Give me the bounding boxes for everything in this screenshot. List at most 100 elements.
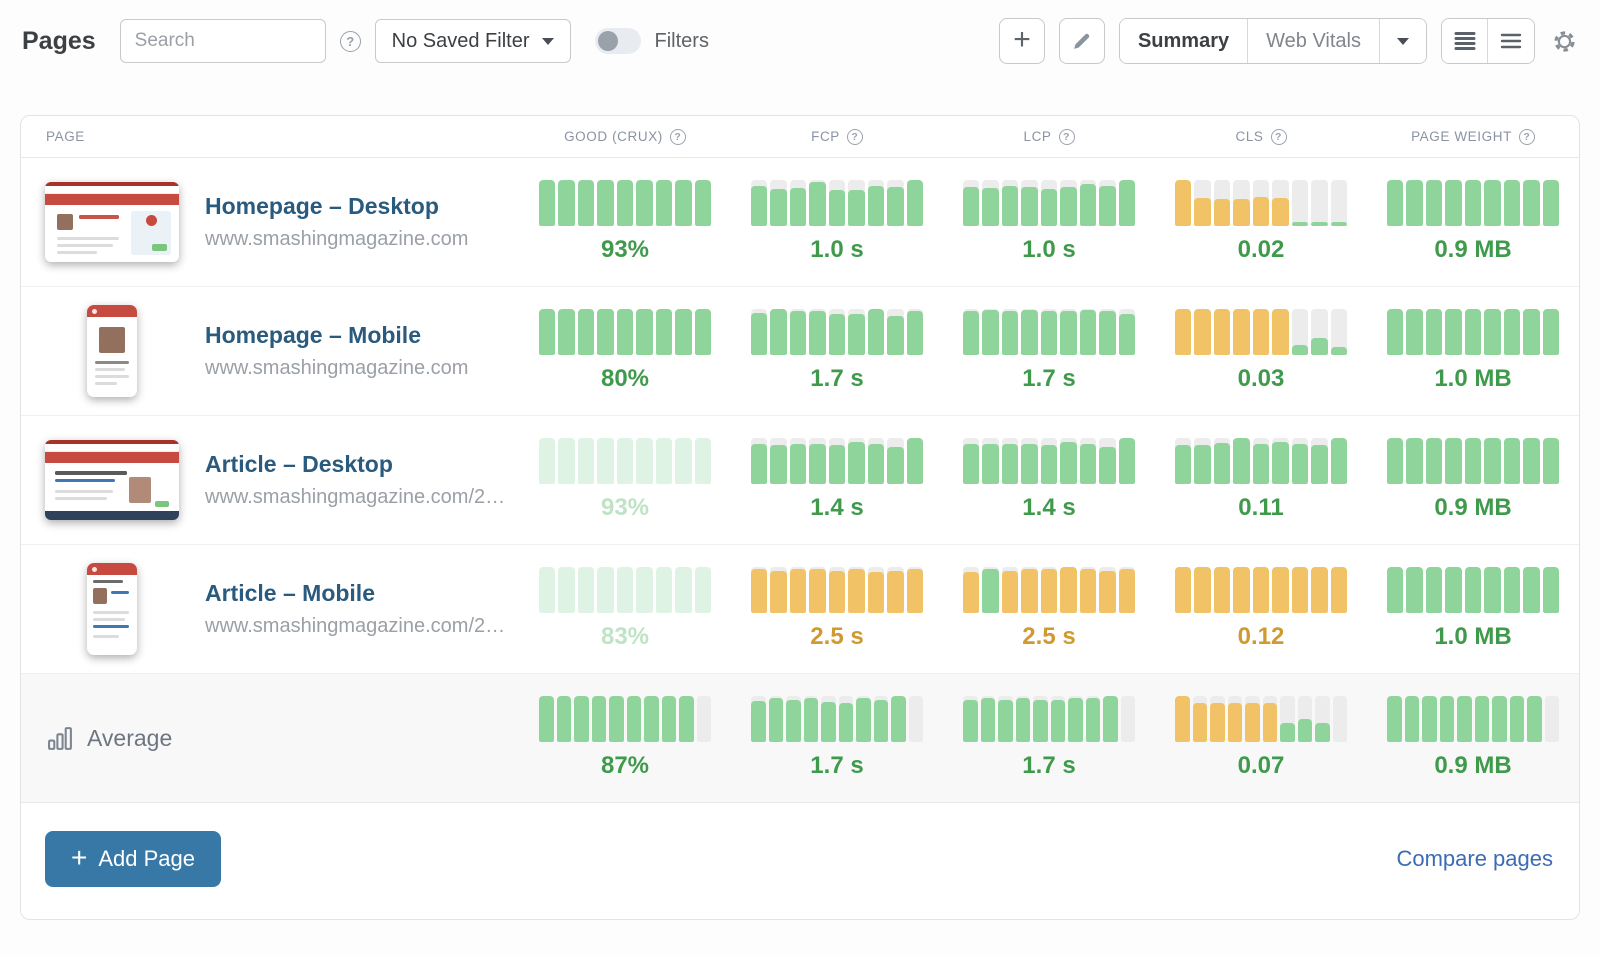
column-label: PAGE WEIGHT bbox=[1411, 129, 1512, 144]
bar-fill bbox=[856, 698, 871, 742]
bar bbox=[868, 438, 884, 484]
bar bbox=[907, 567, 923, 613]
bar bbox=[874, 696, 889, 742]
bar-fill bbox=[1504, 567, 1520, 613]
settings-button[interactable] bbox=[1551, 28, 1578, 55]
bar-fill bbox=[1214, 309, 1230, 355]
bar-fill bbox=[1387, 696, 1402, 742]
bar bbox=[1426, 309, 1442, 355]
bar bbox=[578, 567, 594, 613]
metric-bar-chart bbox=[1175, 696, 1347, 742]
bar bbox=[1086, 696, 1101, 742]
page-url: www.smashingmagazine.com/2… bbox=[205, 615, 505, 638]
bar-fill bbox=[1041, 189, 1057, 226]
bar-fill bbox=[770, 445, 786, 484]
page-name-link[interactable]: Article – Desktop bbox=[205, 451, 505, 478]
table-row[interactable]: Homepage – Mobilewww.smashingmagazine.co… bbox=[21, 287, 1579, 416]
comfortable-view-button[interactable] bbox=[1488, 19, 1534, 63]
bar-fill bbox=[1253, 567, 1269, 613]
add-button[interactable]: + bbox=[999, 18, 1045, 64]
bar-fill bbox=[769, 698, 784, 742]
help-icon[interactable]: ? bbox=[1519, 129, 1535, 145]
table-row[interactable]: Article – Mobile www.smashingmagazine.com… bbox=[21, 545, 1579, 674]
bar bbox=[1492, 696, 1507, 742]
bar-fill bbox=[1194, 309, 1210, 355]
bar bbox=[1263, 696, 1278, 742]
tab-web-vitals[interactable]: Web Vitals bbox=[1248, 19, 1380, 63]
bar bbox=[656, 180, 672, 226]
bar-fill bbox=[675, 567, 691, 613]
bar-fill bbox=[809, 311, 825, 355]
tab-summary[interactable]: Summary bbox=[1120, 19, 1248, 63]
bar-fill bbox=[829, 571, 845, 613]
bar bbox=[557, 696, 572, 742]
compare-pages-link[interactable]: Compare pages bbox=[1396, 846, 1553, 872]
metric-cell-weight: 1.0 MB bbox=[1367, 567, 1579, 651]
bar bbox=[1228, 696, 1243, 742]
bar-fill bbox=[1405, 696, 1420, 742]
bar-fill bbox=[751, 569, 767, 613]
bar bbox=[786, 696, 801, 742]
page-name-link[interactable]: Homepage – Desktop bbox=[205, 193, 468, 220]
help-icon[interactable]: ? bbox=[847, 129, 863, 145]
bar bbox=[1121, 696, 1136, 742]
bar bbox=[1245, 696, 1260, 742]
bar bbox=[809, 438, 825, 484]
saved-filter-dropdown[interactable]: No Saved Filter bbox=[375, 19, 571, 63]
bar-fill bbox=[1445, 438, 1461, 484]
bar-fill bbox=[1426, 438, 1442, 484]
bar-fill bbox=[558, 309, 574, 355]
help-icon[interactable]: ? bbox=[1059, 129, 1075, 145]
page-name-link[interactable]: Homepage – Mobile bbox=[205, 322, 468, 349]
metric-value: 0.9 MB bbox=[1434, 494, 1511, 522]
dense-view-button[interactable] bbox=[1442, 19, 1488, 63]
metric-value: 87% bbox=[601, 752, 649, 780]
bar-fill bbox=[1311, 338, 1327, 355]
metric-value: 1.4 s bbox=[1022, 494, 1075, 522]
bar-fill bbox=[770, 309, 786, 355]
table-row[interactable]: Homepage – Desktopwww.smashingmagazine.c… bbox=[21, 158, 1579, 287]
bar bbox=[856, 696, 871, 742]
bar-fill bbox=[1033, 700, 1048, 742]
bar-fill bbox=[1387, 180, 1403, 226]
bar bbox=[1099, 567, 1115, 613]
bar bbox=[636, 309, 652, 355]
page-name-link[interactable]: Article – Mobile bbox=[205, 580, 505, 607]
bar bbox=[1292, 567, 1308, 613]
bar-fill bbox=[829, 445, 845, 484]
add-page-button[interactable]: + Add Page bbox=[45, 831, 221, 887]
metric-value: 1.7 s bbox=[1022, 365, 1075, 393]
bar bbox=[963, 696, 978, 742]
bar bbox=[821, 696, 836, 742]
bar-fill bbox=[1002, 311, 1018, 355]
bar bbox=[1068, 696, 1083, 742]
bar-fill bbox=[770, 189, 786, 226]
bar bbox=[697, 696, 712, 742]
average-label-wrap: Average bbox=[21, 725, 519, 752]
metric-value: 0.9 MB bbox=[1434, 752, 1511, 780]
filters-toggle[interactable] bbox=[595, 28, 641, 54]
bar bbox=[1426, 567, 1442, 613]
bar bbox=[1387, 696, 1402, 742]
view-dropdown-button[interactable] bbox=[1380, 19, 1426, 63]
bar bbox=[963, 309, 979, 355]
bar bbox=[1445, 438, 1461, 484]
metric-cell-fcp: 1.7 s bbox=[731, 696, 943, 780]
edit-button[interactable] bbox=[1059, 18, 1105, 64]
help-icon[interactable]: ? bbox=[1271, 129, 1287, 145]
bar-fill bbox=[874, 700, 889, 742]
metric-bar-chart bbox=[1175, 180, 1347, 226]
bar-fill bbox=[656, 438, 672, 484]
search-input[interactable] bbox=[120, 19, 326, 63]
bar-fill bbox=[1080, 444, 1096, 484]
bar bbox=[1233, 180, 1249, 226]
page-thumbnail bbox=[45, 440, 179, 520]
bar-fill bbox=[1292, 222, 1308, 226]
metric-bar-chart bbox=[1387, 567, 1559, 613]
bar bbox=[1311, 567, 1327, 613]
bar bbox=[963, 180, 979, 226]
bar-fill bbox=[829, 190, 845, 226]
help-icon[interactable]: ? bbox=[670, 129, 686, 145]
search-help-icon[interactable]: ? bbox=[340, 31, 361, 52]
table-row[interactable]: Article – Desktopwww.smashingmagazine.co… bbox=[21, 416, 1579, 545]
